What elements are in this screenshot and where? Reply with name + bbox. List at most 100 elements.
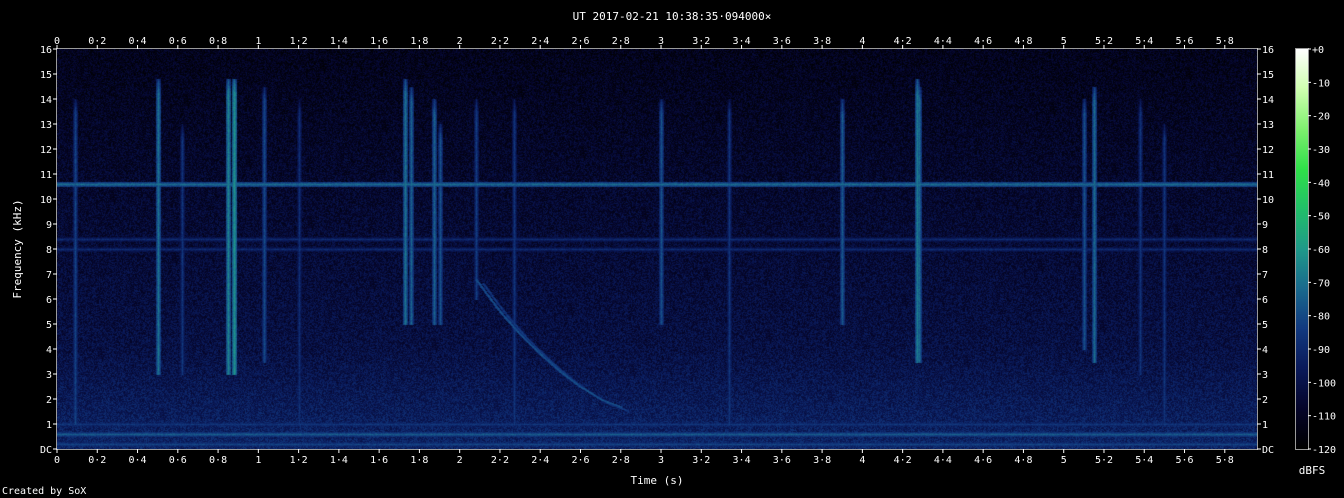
x-tick-label-bottom: 5 xyxy=(1061,455,1067,466)
y-tick-label-right: 7 xyxy=(1262,270,1268,281)
colorbar-tick-label: +0 xyxy=(1312,45,1324,56)
x-tick-label-top: 5·8 xyxy=(1216,36,1234,47)
y-tick-label-left: 14 xyxy=(40,95,52,106)
colorbar-tick-label: -10 xyxy=(1312,78,1330,89)
y-tick-label-left: 2 xyxy=(46,395,52,406)
x-tick-label-top: 1·8 xyxy=(410,36,428,47)
x-tick-label-top: 4·6 xyxy=(974,36,992,47)
x-tick-label-bottom: 4·8 xyxy=(1014,455,1032,466)
x-tick-label-bottom: 3·4 xyxy=(733,455,751,466)
y-tick-label-left: 11 xyxy=(40,170,52,181)
x-tick-label-top: 4·2 xyxy=(894,36,912,47)
x-tick-label-top: 4·8 xyxy=(1014,36,1032,47)
y-tick-label-right: 13 xyxy=(1262,120,1274,131)
y-tick-label-right: 2 xyxy=(1262,395,1268,406)
x-tick-label-top: 3·6 xyxy=(773,36,791,47)
x-tick-label-bottom: 4·6 xyxy=(974,455,992,466)
colorbar-tick-label: -90 xyxy=(1312,345,1330,356)
y-tick-label-left: 1 xyxy=(46,420,52,431)
x-tick-label-bottom: 2·6 xyxy=(571,455,589,466)
y-axis-label: Frequency (kHz) xyxy=(11,199,24,298)
colorbar-tick-label: -20 xyxy=(1312,112,1330,123)
colorbar-tick-label: -70 xyxy=(1312,278,1330,289)
footer-credit: Created by SoX xyxy=(2,486,86,497)
x-tick-label-top: 1·2 xyxy=(290,36,308,47)
x-tick-label-bottom: 5·4 xyxy=(1135,455,1153,466)
y-tick-label-left: DC xyxy=(40,445,52,456)
x-tick-label-bottom: 1·6 xyxy=(370,455,388,466)
y-tick-label-left: 3 xyxy=(46,370,52,381)
x-tick-label-bottom: 0·2 xyxy=(88,455,106,466)
y-tick-label-right: 1 xyxy=(1262,420,1268,431)
y-tick-label-right: 11 xyxy=(1262,170,1274,181)
y-tick-label-right: 6 xyxy=(1262,295,1268,306)
x-tick-label-top: 2·6 xyxy=(571,36,589,47)
x-tick-label-bottom: 0·6 xyxy=(169,455,187,466)
y-tick-label-left: 9 xyxy=(46,220,52,231)
colorbar-tick-label: -80 xyxy=(1312,312,1330,323)
colorbar-tick-label: -110 xyxy=(1312,412,1336,423)
x-tick-label-bottom: 3·6 xyxy=(773,455,791,466)
colorbar-tick-label: -60 xyxy=(1312,245,1330,256)
x-tick-label-top: 2·2 xyxy=(491,36,509,47)
y-tick-label-left: 5 xyxy=(46,320,52,331)
x-tick-label-bottom: 4·4 xyxy=(934,455,952,466)
y-tick-label-right: 15 xyxy=(1262,70,1274,81)
x-tick-label-top: 4 xyxy=(859,36,865,47)
x-tick-label-bottom: 5·8 xyxy=(1216,455,1234,466)
y-tick-label-right: 3 xyxy=(1262,370,1268,381)
x-tick-label-bottom: 3 xyxy=(658,455,664,466)
chart-title: UT 2017-02-21 10:38:35·094000× xyxy=(573,10,772,23)
x-tick-label-top: 5·4 xyxy=(1135,36,1153,47)
y-tick-label-left: 16 xyxy=(40,45,52,56)
plot-frame xyxy=(56,48,1258,450)
y-tick-label-right: 10 xyxy=(1262,195,1274,206)
x-tick-label-bottom: 0 xyxy=(54,455,60,466)
x-tick-label-top: 4·4 xyxy=(934,36,952,47)
x-tick-label-bottom: 1·8 xyxy=(410,455,428,466)
x-tick-label-bottom: 2·8 xyxy=(612,455,630,466)
y-tick-label-right: 14 xyxy=(1262,95,1274,106)
y-tick-label-left: 15 xyxy=(40,70,52,81)
y-tick-label-right: 9 xyxy=(1262,220,1268,231)
x-tick-label-bottom: 2·2 xyxy=(491,455,509,466)
y-tick-label-right: 16 xyxy=(1262,45,1274,56)
y-tick-label-right: 4 xyxy=(1262,345,1268,356)
x-tick-label-bottom: 3·8 xyxy=(813,455,831,466)
colorbar-label: dBFS xyxy=(1299,464,1326,477)
x-tick-label-bottom: 4 xyxy=(859,455,865,466)
chart-axes: UT 2017-02-21 10:38:35·094000× Time (s) … xyxy=(2,10,1336,497)
x-axis-label: Time (s) xyxy=(631,474,684,487)
x-tick-label-top: 0·2 xyxy=(88,36,106,47)
colorbar-tick-label: -50 xyxy=(1312,212,1330,223)
y-tick-label-left: 10 xyxy=(40,195,52,206)
y-tick-label-left: 13 xyxy=(40,120,52,131)
colorbar-tick-label: -100 xyxy=(1312,378,1336,389)
x-tick-label-bottom: 1·2 xyxy=(290,455,308,466)
y-tick-label-right: 8 xyxy=(1262,245,1268,256)
x-tick-label-bottom: 5·2 xyxy=(1095,455,1113,466)
x-tick-label-top: 2·4 xyxy=(531,36,549,47)
x-tick-label-bottom: 0·8 xyxy=(209,455,227,466)
x-tick-label-top: 5·2 xyxy=(1095,36,1113,47)
x-tick-label-top: 0·6 xyxy=(169,36,187,47)
colorbar-tick-label: -40 xyxy=(1312,178,1330,189)
x-tick-label-top: 3·2 xyxy=(692,36,710,47)
y-tick-label-left: 12 xyxy=(40,145,52,156)
y-tick-label-left: 7 xyxy=(46,270,52,281)
x-tick-label-top: 5 xyxy=(1061,36,1067,47)
x-tick-label-bottom: 4·2 xyxy=(894,455,912,466)
x-tick-label-top: 0 xyxy=(54,36,60,47)
y-tick-label-right: DC xyxy=(1262,445,1274,456)
colorbar-tick-label: -30 xyxy=(1312,145,1330,156)
x-tick-label-top: 5·6 xyxy=(1175,36,1193,47)
x-tick-label-top: 2 xyxy=(457,36,463,47)
x-tick-label-top: 3 xyxy=(658,36,664,47)
x-tick-label-bottom: 0·4 xyxy=(129,455,147,466)
x-tick-label-bottom: 3·2 xyxy=(692,455,710,466)
y-tick-label-left: 6 xyxy=(46,295,52,306)
x-tick-label-top: 2·8 xyxy=(612,36,630,47)
x-tick-label-top: 3·4 xyxy=(733,36,751,47)
x-tick-label-top: 1·6 xyxy=(370,36,388,47)
x-tick-label-bottom: 1·4 xyxy=(330,455,348,466)
